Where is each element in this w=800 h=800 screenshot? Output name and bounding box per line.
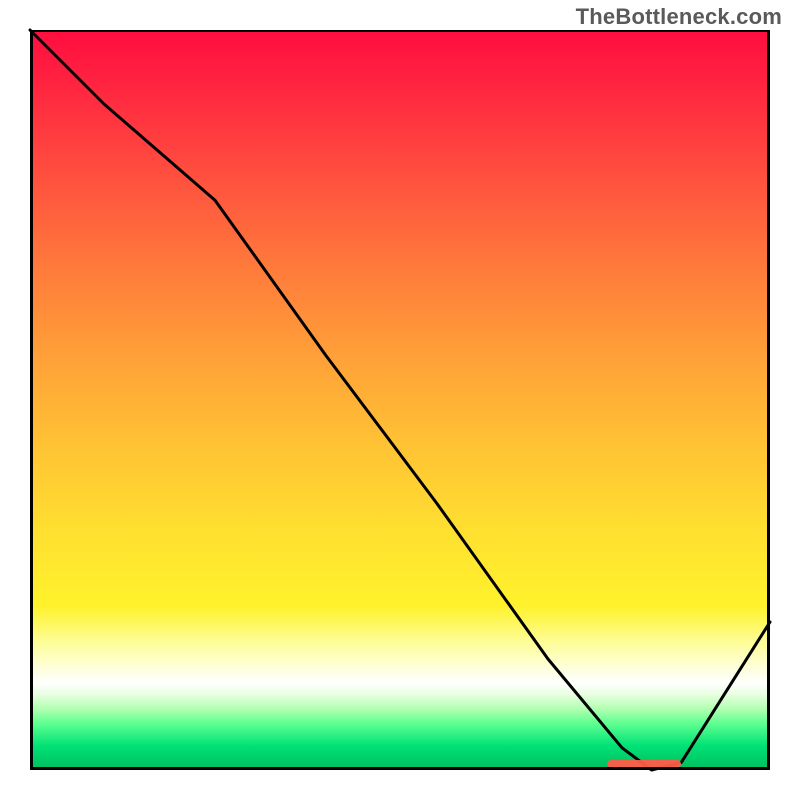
chart-frame — [30, 30, 770, 770]
bottleneck-curve — [30, 30, 770, 770]
axis-top — [30, 30, 770, 32]
axis-right — [767, 30, 770, 770]
axis-left — [30, 30, 33, 770]
axis-bottom — [30, 767, 770, 770]
watermark-text: TheBottleneck.com — [576, 4, 782, 30]
